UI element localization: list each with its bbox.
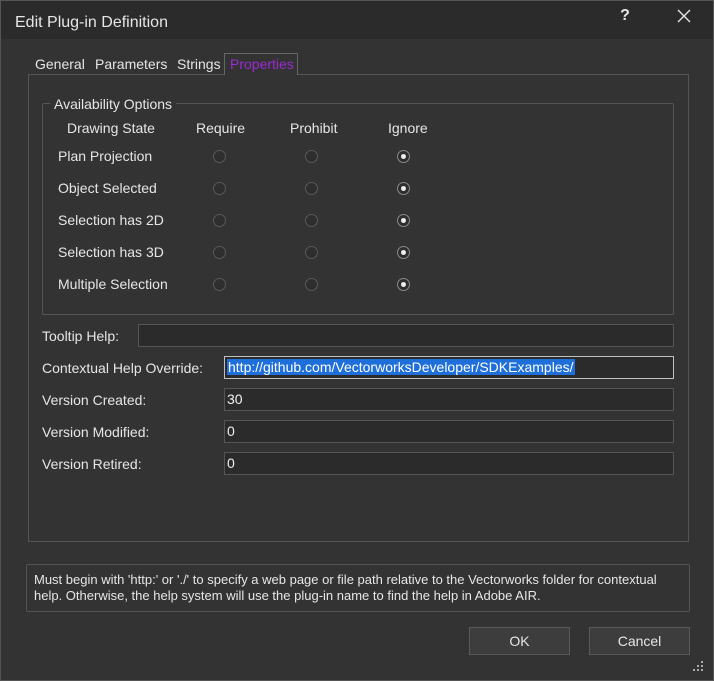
object-selected-require-radio[interactable] [213,182,226,195]
version-modified-field[interactable]: 0 [224,420,674,443]
selection-2d-ignore-radio[interactable] [397,214,410,227]
edit-plugin-dialog: Edit Plug-in Definition ? General Parame… [0,0,714,681]
version-retired-field[interactable]: 0 [224,452,674,475]
resize-grip-icon[interactable] [692,660,704,672]
ok-button[interactable]: OK [469,627,570,655]
row-label-plan-projection: Plan Projection [58,148,153,164]
cancel-button[interactable]: Cancel [589,627,690,655]
title-bar: Edit Plug-in Definition ? [1,1,713,39]
version-created-label: Version Created: [42,392,147,408]
contextual-help-value: http://github.com/VectorworksDeveloper/S… [227,359,575,375]
tab-strings[interactable]: Strings [176,54,222,74]
close-button[interactable] [671,7,697,29]
tab-properties[interactable]: Properties [224,53,298,75]
selection-2d-require-radio[interactable] [213,214,226,227]
tooltip-help-field[interactable] [138,324,674,347]
tab-general[interactable]: General [34,54,86,74]
object-selected-ignore-radio[interactable] [397,182,410,195]
tab-parameters[interactable]: Parameters [94,54,168,74]
plan-projection-ignore-radio[interactable] [397,150,410,163]
selection-3d-require-radio[interactable] [213,246,226,259]
help-description: Must begin with 'http:' or './' to speci… [26,564,690,612]
selection-3d-ignore-radio[interactable] [397,246,410,259]
column-require: Require [196,120,246,136]
column-ignore: Ignore [388,120,428,136]
help-button[interactable]: ? [612,7,638,29]
version-retired-label: Version Retired: [42,456,142,472]
column-drawing-state: Drawing State [67,120,155,136]
multiple-selection-prohibit-radio[interactable] [305,278,318,291]
row-label-multiple-selection: Multiple Selection [58,276,168,292]
availability-legend: Availability Options [50,96,177,112]
contextual-help-label: Contextual Help Override: [42,360,204,376]
dialog-title: Edit Plug-in Definition [15,14,168,31]
object-selected-prohibit-radio[interactable] [305,182,318,195]
multiple-selection-require-radio[interactable] [213,278,226,291]
row-label-object-selected: Object Selected [58,180,157,196]
plan-projection-require-radio[interactable] [213,150,226,163]
plan-projection-prohibit-radio[interactable] [305,150,318,163]
tooltip-help-label: Tooltip Help: [42,328,120,344]
selection-2d-prohibit-radio[interactable] [305,214,318,227]
close-icon [677,9,691,23]
version-modified-label: Version Modified: [42,424,150,440]
row-label-selection-2d: Selection has 2D [58,212,164,228]
row-label-selection-3d: Selection has 3D [58,244,164,260]
version-created-field[interactable]: 30 [224,388,674,411]
selection-3d-prohibit-radio[interactable] [305,246,318,259]
contextual-help-field[interactable]: http://github.com/VectorworksDeveloper/S… [224,356,674,379]
multiple-selection-ignore-radio[interactable] [397,278,410,291]
column-prohibit: Prohibit [290,120,338,136]
